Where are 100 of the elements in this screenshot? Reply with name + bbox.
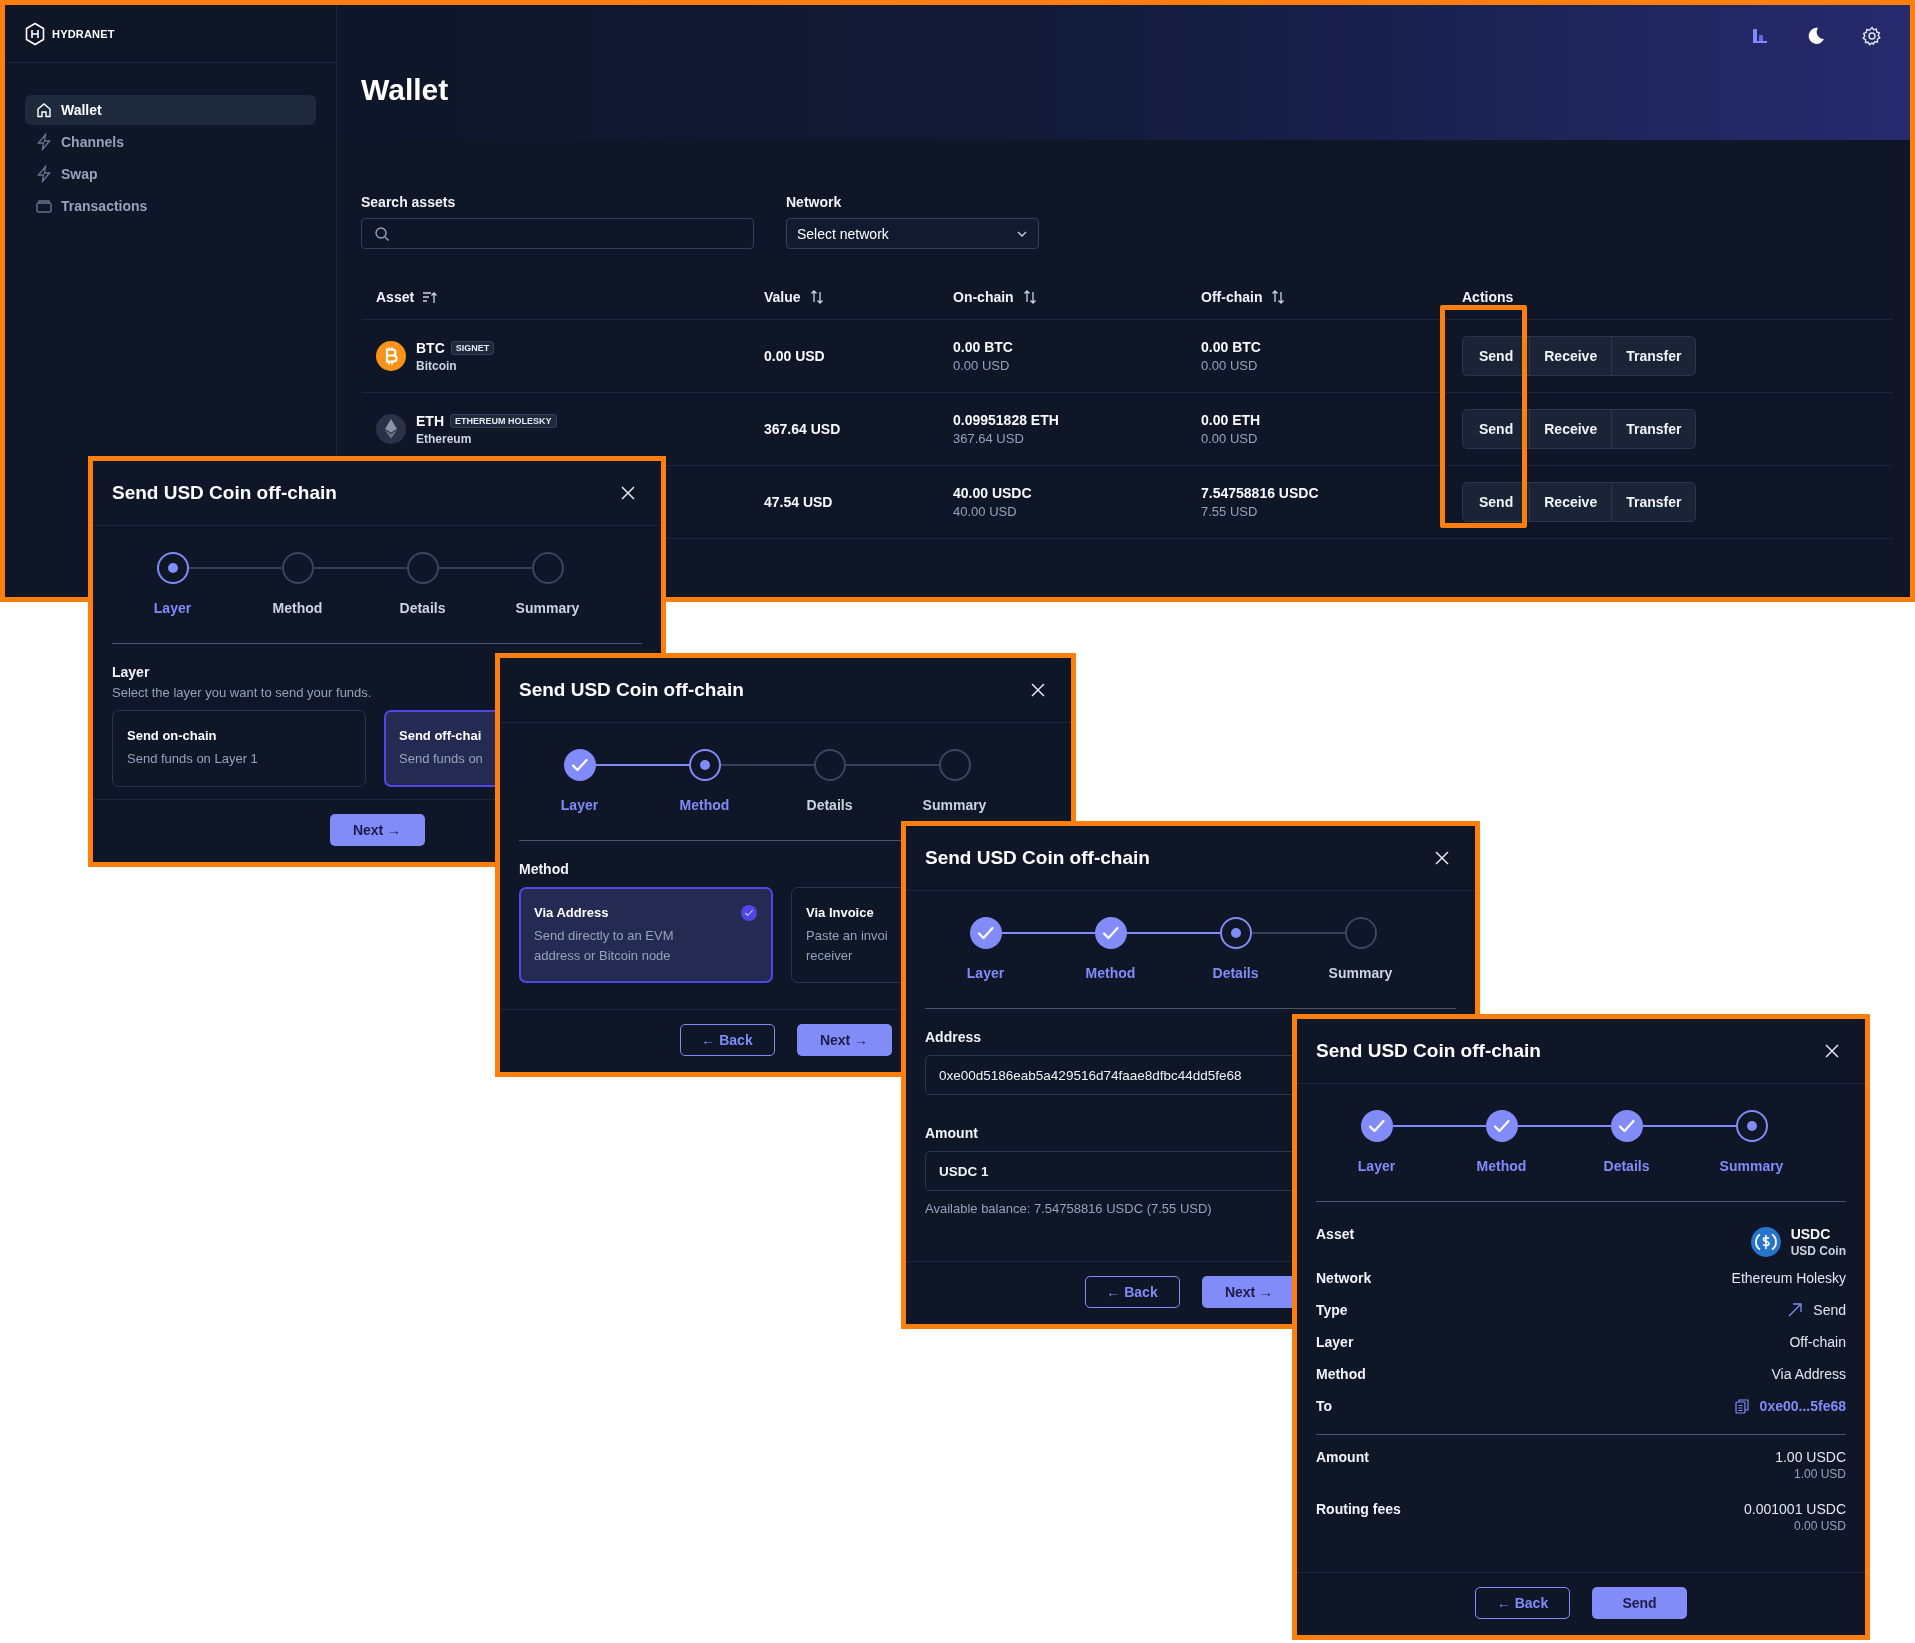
column-header: On-chain	[953, 289, 1014, 305]
fiat-value: 1.00 USD	[1793, 1467, 1846, 1481]
back-button[interactable]: ← Back	[679, 1024, 775, 1056]
column-header: Off-chain	[1201, 289, 1263, 305]
step-label: Summary	[1719, 1158, 1784, 1174]
summary-label: Asset	[1316, 1226, 1355, 1242]
clipboard-icon[interactable]	[1733, 1398, 1750, 1414]
summary-value: Send	[1813, 1302, 1846, 1318]
page-title: Wallet	[361, 73, 449, 107]
balance-amount: 7.54758816 USDC	[1201, 485, 1320, 501]
nav-item[interactable]: Transactions	[25, 191, 316, 221]
asset-name: USD Coin	[1790, 1244, 1846, 1258]
network-tag: SIGNET	[450, 340, 495, 355]
action-button[interactable]: Send	[1462, 336, 1531, 376]
lightning-icon	[35, 165, 53, 183]
option-card[interactable]: Via Address Send directly to an EVM address or Bitcoin node	[519, 887, 773, 983]
action-button[interactable]: Receive	[1529, 482, 1613, 522]
column-header: Value	[764, 289, 801, 305]
fiat-value: 367.64 USD	[953, 431, 1025, 446]
moon-icon[interactable]	[1806, 26, 1826, 46]
balance-amount: 0.00 ETH	[1201, 412, 1262, 428]
step-label: Summary	[515, 600, 580, 616]
search-field[interactable]	[361, 218, 754, 249]
chart-icon[interactable]	[1750, 26, 1770, 46]
field-label: Network	[786, 194, 843, 210]
summary-label: Layer	[1316, 1334, 1354, 1350]
arrow-icon	[1787, 1302, 1804, 1318]
nav-item[interactable]: Swap	[25, 159, 316, 189]
section-description: Select the layer you want to send your funds.	[112, 685, 372, 700]
fiat-value: 0.00 USD	[1793, 1519, 1846, 1533]
step-label: Layer	[966, 965, 1005, 981]
fiat-value: 0.00 USD	[1201, 358, 1259, 373]
back-button[interactable]: ← Back	[1084, 1276, 1180, 1308]
network-tag: ETHEREUM HOLESKY	[450, 413, 557, 428]
close-icon[interactable]	[1435, 851, 1449, 865]
logo-text: HYDRANET	[52, 27, 115, 40]
asset-symbol: BTC	[416, 339, 445, 356]
tray-icon	[35, 197, 53, 215]
summary-value: Off-chain	[1789, 1334, 1846, 1350]
settings-icon[interactable]	[1862, 26, 1882, 46]
address-link[interactable]: 0xe00...5fe68	[1759, 1398, 1846, 1414]
option-card[interactable]: Send on-chain Send funds on Layer 1	[112, 710, 366, 787]
summary-label: Amount	[1316, 1449, 1369, 1465]
step-label: Method	[272, 600, 323, 616]
balance-amount: 0.00 BTC	[953, 339, 1014, 355]
action-button[interactable]: Receive	[1529, 409, 1613, 449]
close-icon[interactable]	[621, 486, 635, 500]
step-label: Layer	[560, 797, 599, 813]
action-button[interactable]: Send	[1462, 482, 1531, 522]
network-dropdown[interactable]: Select network	[786, 218, 1039, 249]
action-button[interactable]: Transfer	[1611, 336, 1697, 376]
coin-icon	[1750, 1227, 1781, 1257]
primary-button[interactable]: Send	[1592, 1587, 1687, 1619]
close-icon[interactable]	[1825, 1044, 1839, 1058]
column-header: Actions	[1462, 289, 1514, 305]
primary-button[interactable]: Next →	[329, 814, 425, 846]
summary-value: Via Address	[1771, 1366, 1846, 1382]
balance-amount: 0.00 BTC	[1201, 339, 1262, 355]
section-heading: Layer	[112, 664, 150, 680]
field-label: Address	[925, 1029, 982, 1045]
nav-item[interactable]: Wallet	[25, 95, 316, 125]
lightning-icon	[35, 133, 53, 151]
action-button[interactable]: Transfer	[1611, 482, 1697, 522]
close-icon[interactable]	[1031, 683, 1045, 697]
fiat-value: 7.55 USD	[1201, 504, 1259, 519]
nav-item[interactable]: Channels	[25, 127, 316, 157]
summary-label: To	[1316, 1398, 1333, 1414]
value-cell-text: 47.54 USD	[764, 494, 834, 510]
section-heading: Method	[519, 861, 569, 877]
value-cell-text: 367.64 USD	[764, 421, 842, 437]
summary-label: Type	[1316, 1302, 1348, 1318]
coin-icon	[376, 414, 406, 444]
action-button[interactable]: Transfer	[1611, 409, 1697, 449]
asset-name: Bitcoin	[416, 358, 458, 373]
primary-button[interactable]: Next →	[796, 1024, 892, 1056]
summary-value: 0.001001 USDC	[1744, 1501, 1846, 1517]
step-label: Details	[806, 797, 853, 813]
column-header: Asset	[376, 289, 415, 305]
step-label: Details	[1603, 1158, 1650, 1174]
sort-ascending-icon[interactable]	[422, 289, 439, 305]
home-icon	[35, 101, 53, 119]
fiat-value: 40.00 USD	[953, 504, 1018, 519]
dialog-title: Send USD Coin off-chain	[112, 482, 337, 504]
step-label: Details	[1212, 965, 1259, 981]
action-button[interactable]: Send	[1462, 409, 1531, 449]
action-button[interactable]: Receive	[1529, 336, 1613, 376]
step-label: Details	[399, 600, 446, 616]
step-label: Method	[1476, 1158, 1527, 1174]
sort-icon[interactable]	[1270, 289, 1287, 305]
summary-label: Method	[1316, 1366, 1366, 1382]
step-label: Layer	[153, 600, 192, 616]
balance-amount: 40.00 USDC	[953, 485, 1033, 501]
asset-symbol: ETH	[416, 412, 444, 429]
field-label: Search assets	[361, 194, 457, 210]
balance-amount: 0.09951828 ETH	[953, 412, 1060, 428]
search-icon	[374, 225, 390, 242]
hexagon-logo-icon	[24, 21, 46, 46]
balance-hint: Available balance: 7.54758816 USDC (7.55 USD)	[925, 1201, 1213, 1216]
back-button[interactable]: ← Back	[1475, 1587, 1570, 1619]
dialog-title: Send USD Coin off-chain	[925, 847, 1150, 869]
